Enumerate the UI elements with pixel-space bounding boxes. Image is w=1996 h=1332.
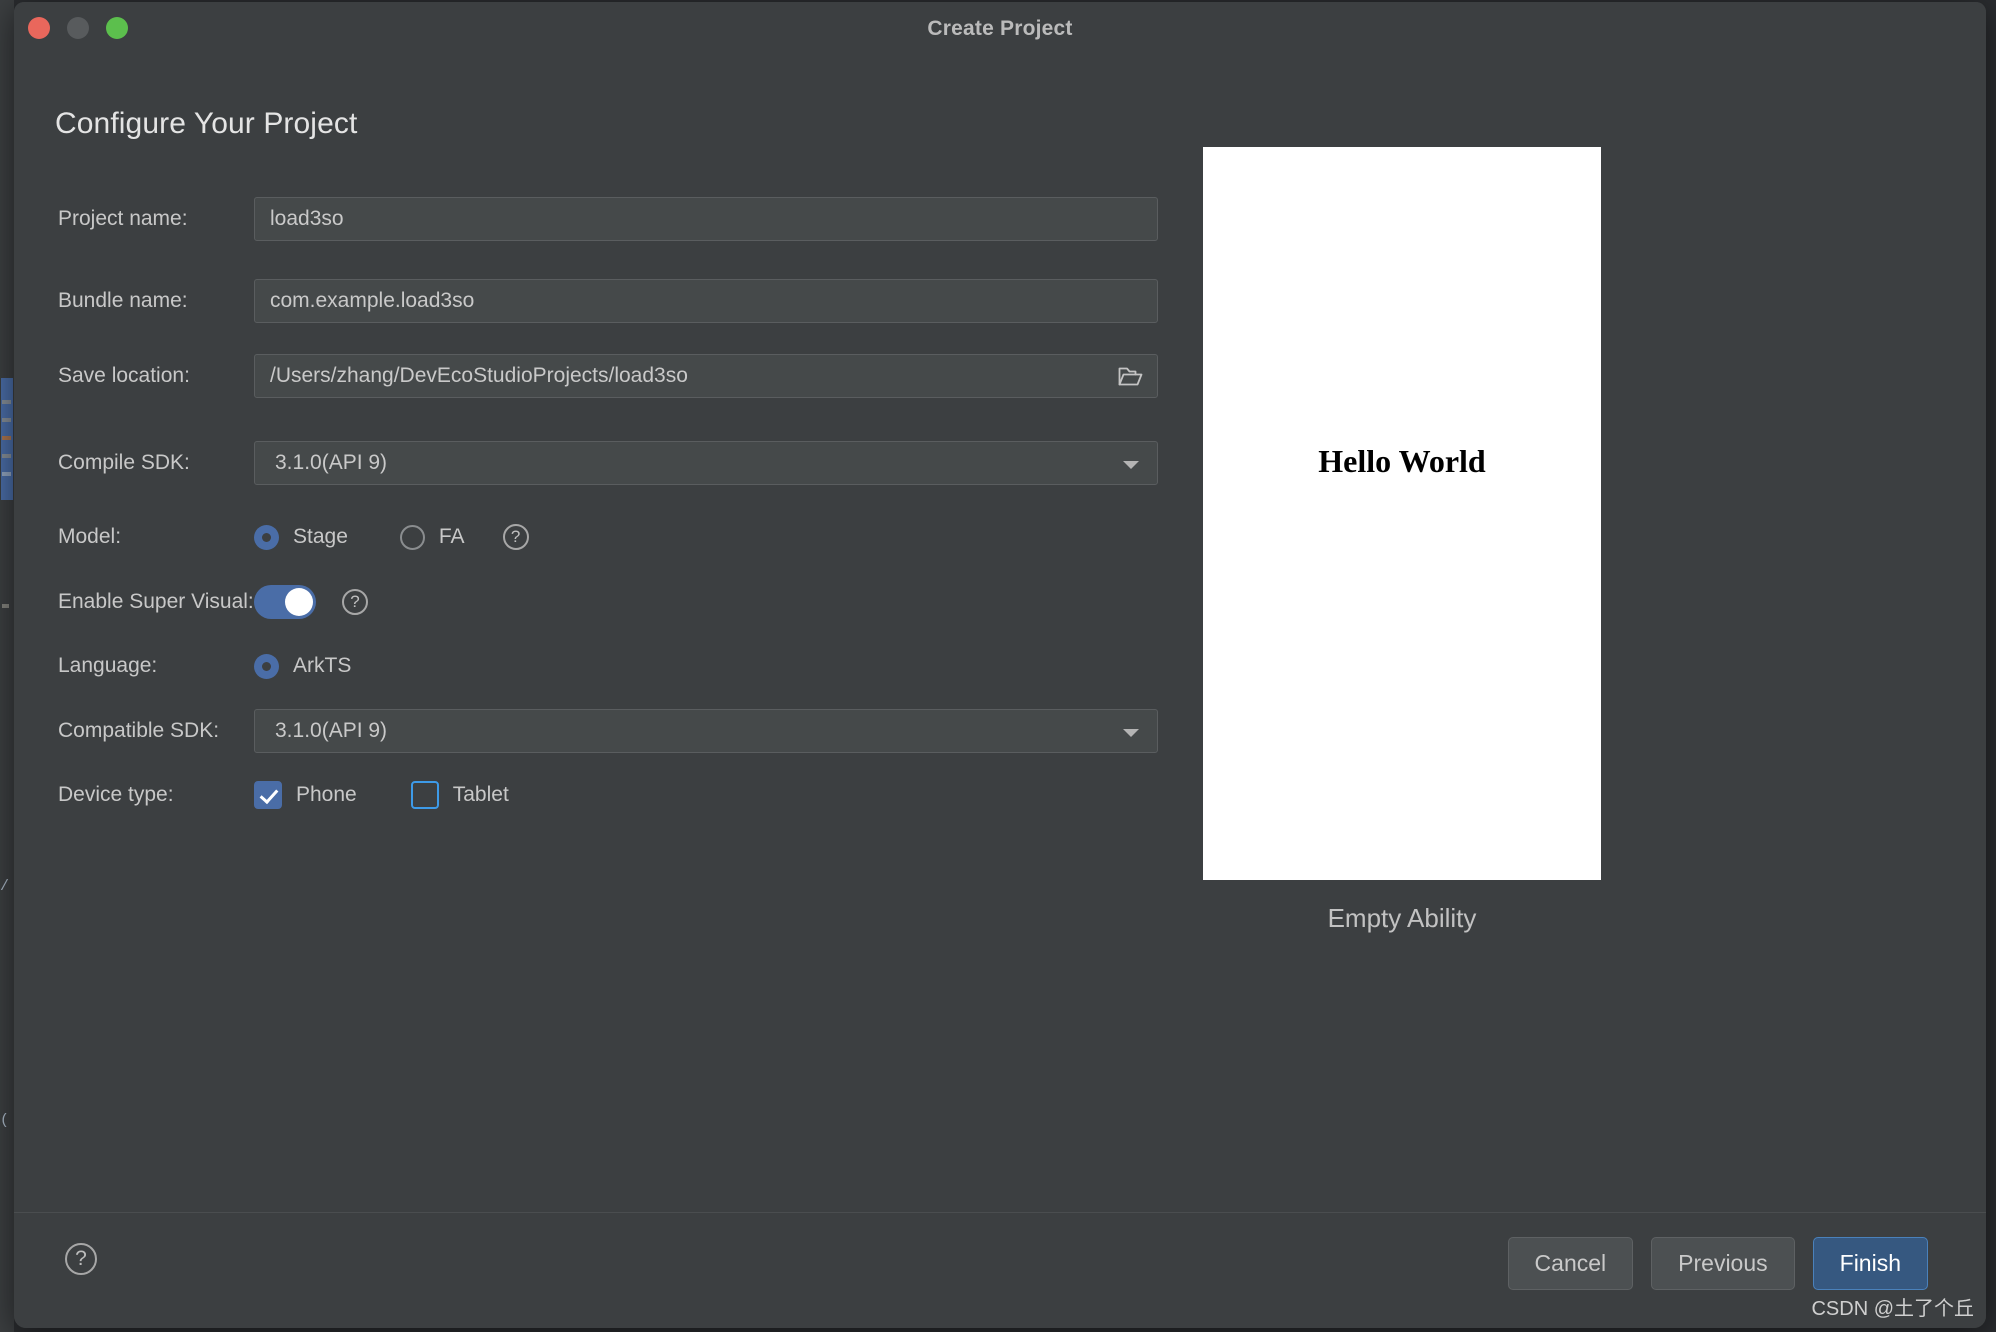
folder-open-icon[interactable]	[1118, 365, 1143, 387]
language-option-arkts-label: ArkTS	[293, 654, 352, 677]
previous-button[interactable]: Previous	[1651, 1237, 1795, 1290]
device-type-option-tablet[interactable]: Tablet	[410, 773, 509, 817]
project-name-value: load3so	[270, 207, 344, 230]
super-visual-label: Enable Super Visual:	[58, 590, 254, 613]
compile-sdk-value: 3.1.0(API 9)	[275, 451, 388, 474]
checkbox-unchecked-icon[interactable]	[410, 781, 439, 809]
radio-selected-icon[interactable]	[254, 653, 279, 679]
model-option-fa[interactable]: FA	[399, 515, 465, 559]
radio-unselected-icon[interactable]	[399, 524, 425, 550]
form-row-device-type: Device type: Phone Tablet	[14, 773, 1194, 817]
phone-preview-screen: Hello World	[1203, 147, 1601, 880]
background-ide-text-line	[2, 604, 9, 608]
background-ide-text-line	[2, 418, 11, 422]
language-option-arkts[interactable]: ArkTS	[254, 644, 351, 688]
model-radio-group: Stage FA ?	[254, 515, 529, 559]
dialog-body: Configure Your Project Project name: loa…	[14, 55, 1986, 1212]
super-visual-toggle[interactable]	[254, 585, 316, 619]
compile-sdk-select[interactable]: 3.1.0(API 9)	[254, 441, 1158, 485]
chevron-down-icon[interactable]	[1123, 461, 1139, 469]
form-row-super-visual: Enable Super Visual: ?	[14, 580, 1194, 624]
finish-button[interactable]: Finish	[1812, 1237, 1928, 1290]
template-preview: Hello World Empty Ability	[1203, 147, 1601, 933]
checkbox-checked-icon[interactable]	[254, 781, 282, 809]
background-ide-glyph: (	[0, 1112, 10, 1129]
compatible-sdk-value: 3.1.0(API 9)	[275, 719, 388, 742]
language-radio-group: ArkTS	[254, 644, 351, 688]
create-project-dialog: Create Project Configure Your Project Pr…	[14, 2, 1986, 1328]
footer-button-row: Cancel Previous Finish	[1507, 1237, 1928, 1290]
bundle-name-label: Bundle name:	[58, 289, 188, 312]
model-option-stage[interactable]: Stage	[254, 515, 348, 559]
phone-preview-text: Hello World	[1318, 443, 1486, 479]
page-title: Configure Your Project	[55, 107, 358, 140]
form-row-compatible-sdk: Compatible SDK: 3.1.0(API 9)	[14, 709, 1194, 753]
compile-sdk-label: Compile SDK:	[58, 451, 190, 474]
compatible-sdk-select[interactable]: 3.1.0(API 9)	[254, 709, 1158, 753]
form-row-save-location: Save location: /Users/zhang/DevEcoStudio…	[14, 354, 1194, 398]
device-type-option-phone-label: Phone	[296, 783, 357, 806]
project-name-label: Project name:	[58, 207, 188, 230]
help-icon[interactable]: ?	[65, 1243, 97, 1275]
dialog-footer: ? Cancel Previous Finish CSDN @土了个丘	[14, 1212, 1986, 1328]
super-visual-help-icon[interactable]: ?	[342, 589, 368, 615]
language-label: Language:	[58, 654, 158, 677]
background-ide-text-line	[2, 472, 11, 476]
model-option-stage-label: Stage	[293, 525, 348, 548]
device-type-option-tablet-label: Tablet	[452, 783, 509, 806]
cancel-button[interactable]: Cancel	[1507, 1237, 1634, 1290]
background-ide-glyph: /	[0, 878, 10, 895]
save-location-value: /Users/zhang/DevEcoStudioProjects/load3s…	[270, 364, 688, 387]
bundle-name-value: com.example.load3so	[270, 289, 475, 312]
compatible-sdk-label: Compatible SDK:	[58, 719, 220, 742]
chevron-down-icon[interactable]	[1123, 729, 1139, 737]
device-type-option-phone[interactable]: Phone	[254, 773, 357, 817]
model-label: Model:	[58, 525, 122, 548]
window-title: Create Project	[927, 17, 1073, 40]
background-ide-left-strip: / (	[0, 0, 15, 1332]
device-type-label: Device type:	[58, 783, 174, 806]
radio-selected-icon[interactable]	[254, 524, 279, 550]
model-help-icon[interactable]: ?	[502, 524, 529, 550]
device-type-checkbox-group: Phone Tablet	[254, 773, 509, 817]
form-row-project-name: Project name: load3so	[14, 197, 1194, 241]
background-ide-text-line	[2, 400, 11, 404]
background-ide-text-line	[2, 454, 11, 458]
bundle-name-input[interactable]: com.example.load3so	[254, 279, 1158, 323]
csdn-watermark: CSDN @土了个丘	[1811, 1298, 1974, 1320]
form-row-model: Model: Stage FA ?	[14, 515, 1194, 559]
dialog-titlebar: Create Project	[14, 2, 1986, 56]
preview-caption: Empty Ability	[1327, 903, 1477, 933]
model-option-fa-label: FA	[438, 525, 465, 548]
form-row-language: Language: ArkTS	[14, 644, 1194, 688]
save-location-label: Save location:	[58, 364, 190, 387]
super-visual-controls: ?	[254, 580, 368, 624]
background-ide-text-line	[2, 436, 11, 440]
save-location-input[interactable]: /Users/zhang/DevEcoStudioProjects/load3s…	[254, 354, 1158, 398]
form-row-bundle-name: Bundle name: com.example.load3so	[14, 279, 1194, 323]
form-row-compile-sdk: Compile SDK: 3.1.0(API 9)	[14, 441, 1194, 485]
project-name-input[interactable]: load3so	[254, 197, 1158, 241]
